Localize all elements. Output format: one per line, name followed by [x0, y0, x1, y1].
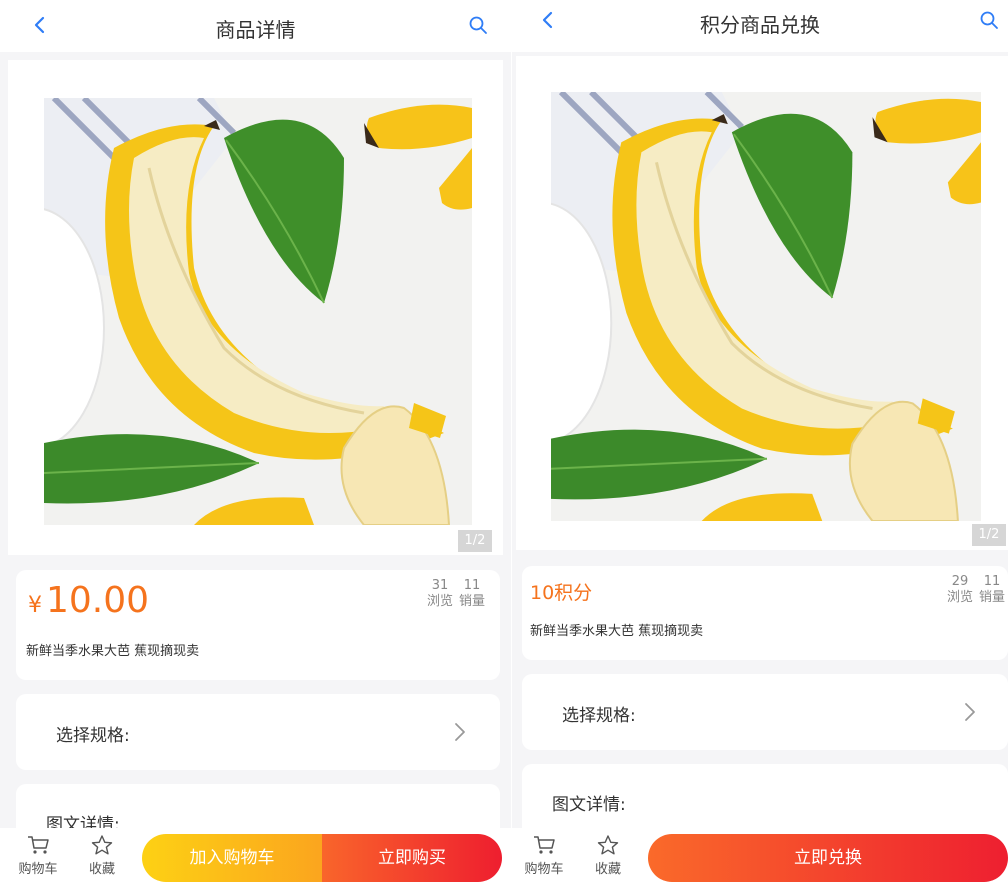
chevron-right-icon [965, 703, 975, 721]
star-icon [91, 835, 113, 855]
cart-icon [28, 836, 49, 854]
price-card: ¥10.00 31 11 浏览 销量 新鲜当季水果大芭 蕉现摘现卖 [16, 570, 500, 680]
search-icon[interactable] [467, 14, 489, 36]
bottom-action-bar: 购物车 收藏 加入购物车 立即购买 [0, 828, 511, 886]
spec-label: 选择规格: [56, 726, 130, 746]
bottom-action-bar: 购物车 收藏 立即兑换 [512, 828, 1008, 886]
stats: 29 11 浏览 销量 [944, 574, 1008, 606]
cart-shortcut[interactable]: 购物车 [16, 834, 60, 877]
image-pager: 1/2 [458, 530, 492, 552]
sales-label: 销量 [978, 590, 1005, 605]
spec-selector[interactable]: 选择规格: [16, 694, 500, 770]
header-bar: 积分商品兑换 [512, 0, 1008, 52]
chevron-right-icon [455, 723, 465, 741]
page-title: 商品详情 [215, 18, 296, 42]
sales-label: 销量 [458, 594, 485, 609]
star-icon [597, 835, 619, 855]
views-count: 29 [951, 574, 969, 589]
favorite-shortcut[interactable]: 收藏 [586, 834, 630, 877]
product-image-carousel[interactable]: 1/2 [8, 60, 503, 555]
product-detail-screen: 商品详情 1/2 ¥ 10.00 31 11 浏览 销量 新鲜当季水果大芭 蕉现… [0, 0, 511, 886]
add-to-cart-button[interactable]: 加入购物车 [142, 834, 322, 882]
price: ¥10.00 [28, 580, 149, 621]
price-value: 10.00 [46, 580, 150, 621]
image-pager: 1/2 [972, 524, 1006, 546]
stats: 31 11 浏览 销量 [424, 578, 488, 610]
views-label: 浏览 [426, 594, 453, 609]
spec-label: 选择规格: [562, 706, 636, 726]
cart-label: 购物车 [18, 862, 58, 877]
points-price: 10积分 [530, 582, 593, 604]
product-description: 新鲜当季水果大芭 蕉现摘现卖 [26, 644, 200, 659]
page-title: 积分商品兑换 [700, 13, 820, 37]
product-description: 新鲜当季水果大芭 蕉现摘现卖 [530, 624, 704, 639]
views-label: 浏览 [946, 590, 973, 605]
favorite-label: 收藏 [594, 862, 621, 877]
points-redeem-screen: 积分商品兑换 1/2 10积分 29 11 浏览 销量 新鲜当季水果大芭 蕉现摘… [512, 0, 1008, 886]
favorite-label: 收藏 [88, 862, 115, 877]
search-icon[interactable] [978, 9, 1000, 31]
favorite-shortcut[interactable]: 收藏 [80, 834, 124, 877]
redeem-now-button[interactable]: 立即兑换 [648, 834, 1008, 882]
price-card: 10积分 29 11 浏览 销量 新鲜当季水果大芭 蕉现摘现卖 [522, 566, 1008, 660]
sales-count: 11 [983, 574, 1001, 589]
cart-icon [534, 836, 555, 854]
product-photo [44, 98, 472, 525]
currency-symbol: ¥ [28, 593, 42, 618]
sales-count: 11 [463, 578, 481, 593]
product-photo [551, 92, 981, 521]
detail-label: 图文详情: [552, 795, 626, 815]
views-count: 31 [431, 578, 449, 593]
buy-now-button[interactable]: 立即购买 [322, 834, 502, 882]
header-bar: 商品详情 [0, 0, 511, 52]
cart-shortcut[interactable]: 购物车 [522, 834, 566, 877]
spec-selector[interactable]: 选择规格: [522, 674, 1008, 750]
cart-label: 购物车 [524, 862, 564, 877]
product-image-carousel[interactable]: 1/2 [516, 56, 1008, 550]
